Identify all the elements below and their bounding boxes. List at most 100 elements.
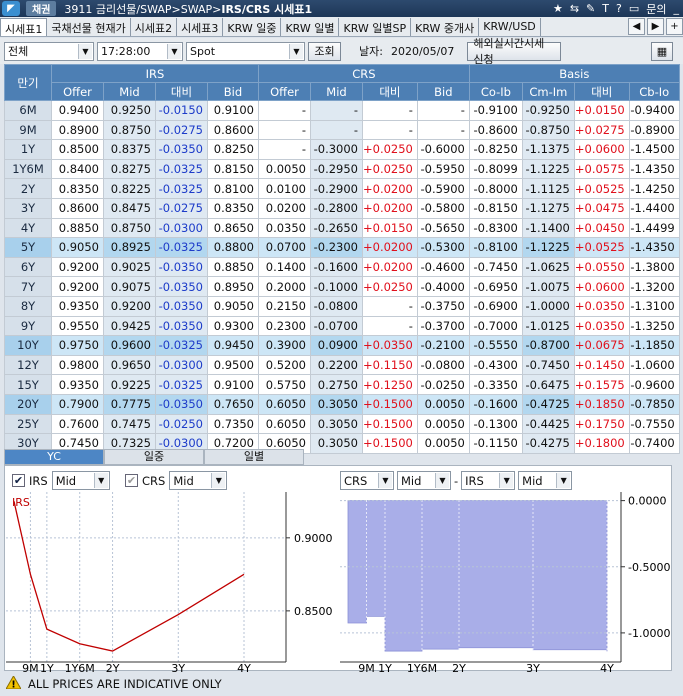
tab-5[interactable]: KRW 일중 (223, 18, 282, 36)
quote-cell: 0.0100 (258, 178, 311, 199)
tab-next-icon[interactable]: ▶ (647, 18, 664, 35)
tab-9[interactable]: KRW/USD (479, 18, 541, 36)
quote-cell: 0.8225 (103, 178, 156, 199)
help-icon[interactable]: ? (616, 2, 622, 15)
table-row[interactable]: 2Y 0.8350 0.8225 -0.0325 0.8100 0.0100 -0.2900… (4, 178, 680, 199)
table-row[interactable]: 20Y 0.7900 0.7775 -0.0350 0.7650 0.6050 0.3050… (4, 393, 680, 415)
table-row[interactable]: 1Y 0.8500 0.8375 -0.0350 0.8250- -0.3000 +0.02… (4, 139, 680, 160)
tab-1[interactable]: 시세표1 (0, 18, 48, 36)
split-icon[interactable]: ▭ (629, 2, 639, 15)
quote-cell: -0.7400 (628, 433, 680, 454)
tab-2[interactable]: 국채선물 현재가 (47, 18, 131, 36)
tab-add-icon[interactable]: + (666, 18, 683, 35)
filter-select[interactable]: 전체 ▼ (4, 41, 94, 61)
quote-cell: -1.0600 (628, 354, 680, 376)
table-row[interactable]: 4Y 0.8850 0.8750 -0.0300 0.8650 0.0350 -0.2650… (4, 217, 680, 239)
quote-cell: 0.9350 (51, 374, 104, 395)
y-tick-label: -1.0000 (628, 627, 670, 640)
quote-cell: 0.7600 (51, 413, 104, 435)
spread-right-mode-select[interactable]: Mid ▼ (518, 471, 573, 490)
quote-cell: -0.0325 (155, 237, 208, 258)
chevron-down-icon: ▼ (499, 473, 514, 488)
quote-cell: -1.1400 (521, 217, 575, 239)
spread-right-select[interactable]: IRS ▼ (461, 471, 516, 490)
y-tick-label: -0.5000 (628, 561, 670, 574)
quote-cell: -0.6950 (468, 276, 523, 297)
quote-cell: -0.2950 (310, 158, 363, 180)
quote-cell: +0.0350 (573, 315, 630, 337)
quote-cell: 0.3050 (310, 413, 363, 435)
text-icon[interactable]: T (602, 2, 609, 15)
quote-cell: 0.9750 (51, 335, 104, 356)
table-row[interactable]: 9M 0.8900 0.8750 -0.0275 0.8600- - - - -0.8600 -0… (4, 119, 680, 141)
tab-7[interactable]: KRW 일별SP (339, 18, 412, 36)
quote-cell: +0.0250 (362, 158, 418, 180)
table-row[interactable]: 10Y 0.9750 0.9600 -0.0325 0.9450 0.3900 0.0900… (4, 335, 680, 356)
x-tick-label: 1Y (40, 662, 54, 672)
table-row[interactable]: 8Y 0.9350 0.9200 -0.0350 0.9050 0.2150 -0.0800… (4, 295, 680, 317)
tenor-cell: 4Y (4, 217, 52, 239)
crs-mode-value: Mid (173, 473, 194, 488)
quote-cell: - (258, 100, 311, 121)
tab-6[interactable]: KRW 일별 (281, 18, 340, 36)
table-row[interactable]: 3Y 0.8600 0.8475 -0.0275 0.8350 0.0200 -0.2800… (4, 197, 680, 219)
quote-cell: -1.1125 (521, 178, 575, 199)
table-row[interactable]: 15Y 0.9350 0.9225 -0.0325 0.9100 0.5750 0.2750… (4, 374, 680, 395)
toolbar: 전체 ▼ 17:28:00 ▼ Spot ▼ 조회 날자: 2020/05/07 해외… (0, 37, 683, 66)
table-row[interactable]: 6Y 0.9200 0.9025 -0.0350 0.8850 0.1400 -0.1600… (4, 256, 680, 278)
tab-daily[interactable]: 일별 (204, 449, 304, 465)
quote-cell: -0.9400 (628, 100, 680, 121)
table-row[interactable]: 25Y 0.7600 0.7475 -0.0250 0.7350 0.6050 0.3050… (4, 413, 680, 435)
quote-cell: -0.4425 (521, 413, 575, 435)
tab-4[interactable]: 시세표3 (177, 18, 224, 36)
quote-cell: -1.1225 (521, 158, 575, 180)
quote-cell: -0.2650 (310, 217, 363, 239)
crs-mode-select[interactable]: Mid ▼ (169, 471, 228, 490)
table-row[interactable]: 9Y 0.9550 0.9425 -0.0350 0.9300 0.2300 -0.0700… (4, 315, 680, 337)
inquiry-link[interactable]: 문의 (646, 1, 666, 17)
quote-cell: 0.2300 (258, 315, 311, 337)
minimize-icon[interactable]: _ (674, 2, 680, 15)
col-header-7: 대비 (362, 82, 418, 101)
spread-area (347, 500, 608, 652)
quote-cell: -0.2300 (310, 237, 363, 258)
tab-8[interactable]: KRW 중개사 (411, 18, 480, 36)
x-tick-label: 2Y (452, 662, 466, 672)
tab-prev-icon[interactable]: ◀ (628, 18, 645, 35)
type-select[interactable]: Spot ▼ (186, 41, 305, 61)
time-select[interactable]: 17:28:00 ▼ (97, 41, 183, 61)
quote-cell: +0.1575 (573, 374, 630, 395)
star-icon[interactable]: ★ (553, 2, 563, 15)
irs-mode-select[interactable]: Mid ▼ (51, 471, 110, 490)
quote-cell: -1.4250 (628, 178, 680, 199)
quote-cell: 0.8650 (207, 217, 259, 239)
x-tick-label: 9M (22, 662, 39, 672)
irs-checkbox[interactable]: ✔ (12, 474, 25, 487)
quote-cell: -0.5950 (416, 158, 470, 180)
tool-icon[interactable]: ✎ (586, 2, 595, 15)
col-header-4: Bid (207, 82, 259, 101)
table-row[interactable]: 7Y 0.9200 0.9075 -0.0350 0.8950 0.2000 -0.1000… (4, 276, 680, 297)
quote-cell: -1.4500 (628, 139, 680, 160)
tab-3[interactable]: 시세표2 (131, 18, 178, 36)
table-row[interactable]: 6M 0.9400 0.9250 -0.0150 0.9100- - - - -0.9100 -0… (4, 100, 680, 121)
table-row[interactable]: 1Y6M 0.8400 0.8275 -0.0325 0.8150 0.0050 -0.29… (4, 158, 680, 180)
grid-settings-icon[interactable]: ▦ (651, 41, 673, 61)
link-icon[interactable]: ⇆ (570, 2, 579, 15)
lookup-button[interactable]: 조회 (308, 41, 341, 61)
spread-left-select[interactable]: CRS ▼ (340, 471, 394, 490)
quote-cell: -0.4725 (521, 393, 575, 415)
quote-cell: -1.3100 (628, 295, 680, 317)
table-row[interactable]: 5Y 0.9050 0.8925 -0.0325 0.8800 0.0700 -0.2300… (4, 237, 680, 258)
spread-left-mode-select[interactable]: Mid ▼ (397, 471, 451, 490)
table-row[interactable]: 12Y 0.9800 0.9650 -0.0300 0.9500 0.5200 0.2200… (4, 354, 680, 376)
quote-cell: 0.8950 (207, 276, 259, 297)
tab-yc[interactable]: YC (4, 449, 104, 465)
quote-cell: 0.8350 (51, 178, 104, 199)
tab-intraday[interactable]: 일중 (104, 449, 204, 465)
overseas-quote-button[interactable]: 해외실시간시세 신청 (467, 37, 562, 66)
quote-cell: -0.8750 (521, 119, 575, 141)
quote-cell: -0.5300 (416, 237, 470, 258)
quote-cell: -0.2900 (310, 178, 363, 199)
crs-checkbox[interactable]: ✔ (125, 474, 138, 487)
